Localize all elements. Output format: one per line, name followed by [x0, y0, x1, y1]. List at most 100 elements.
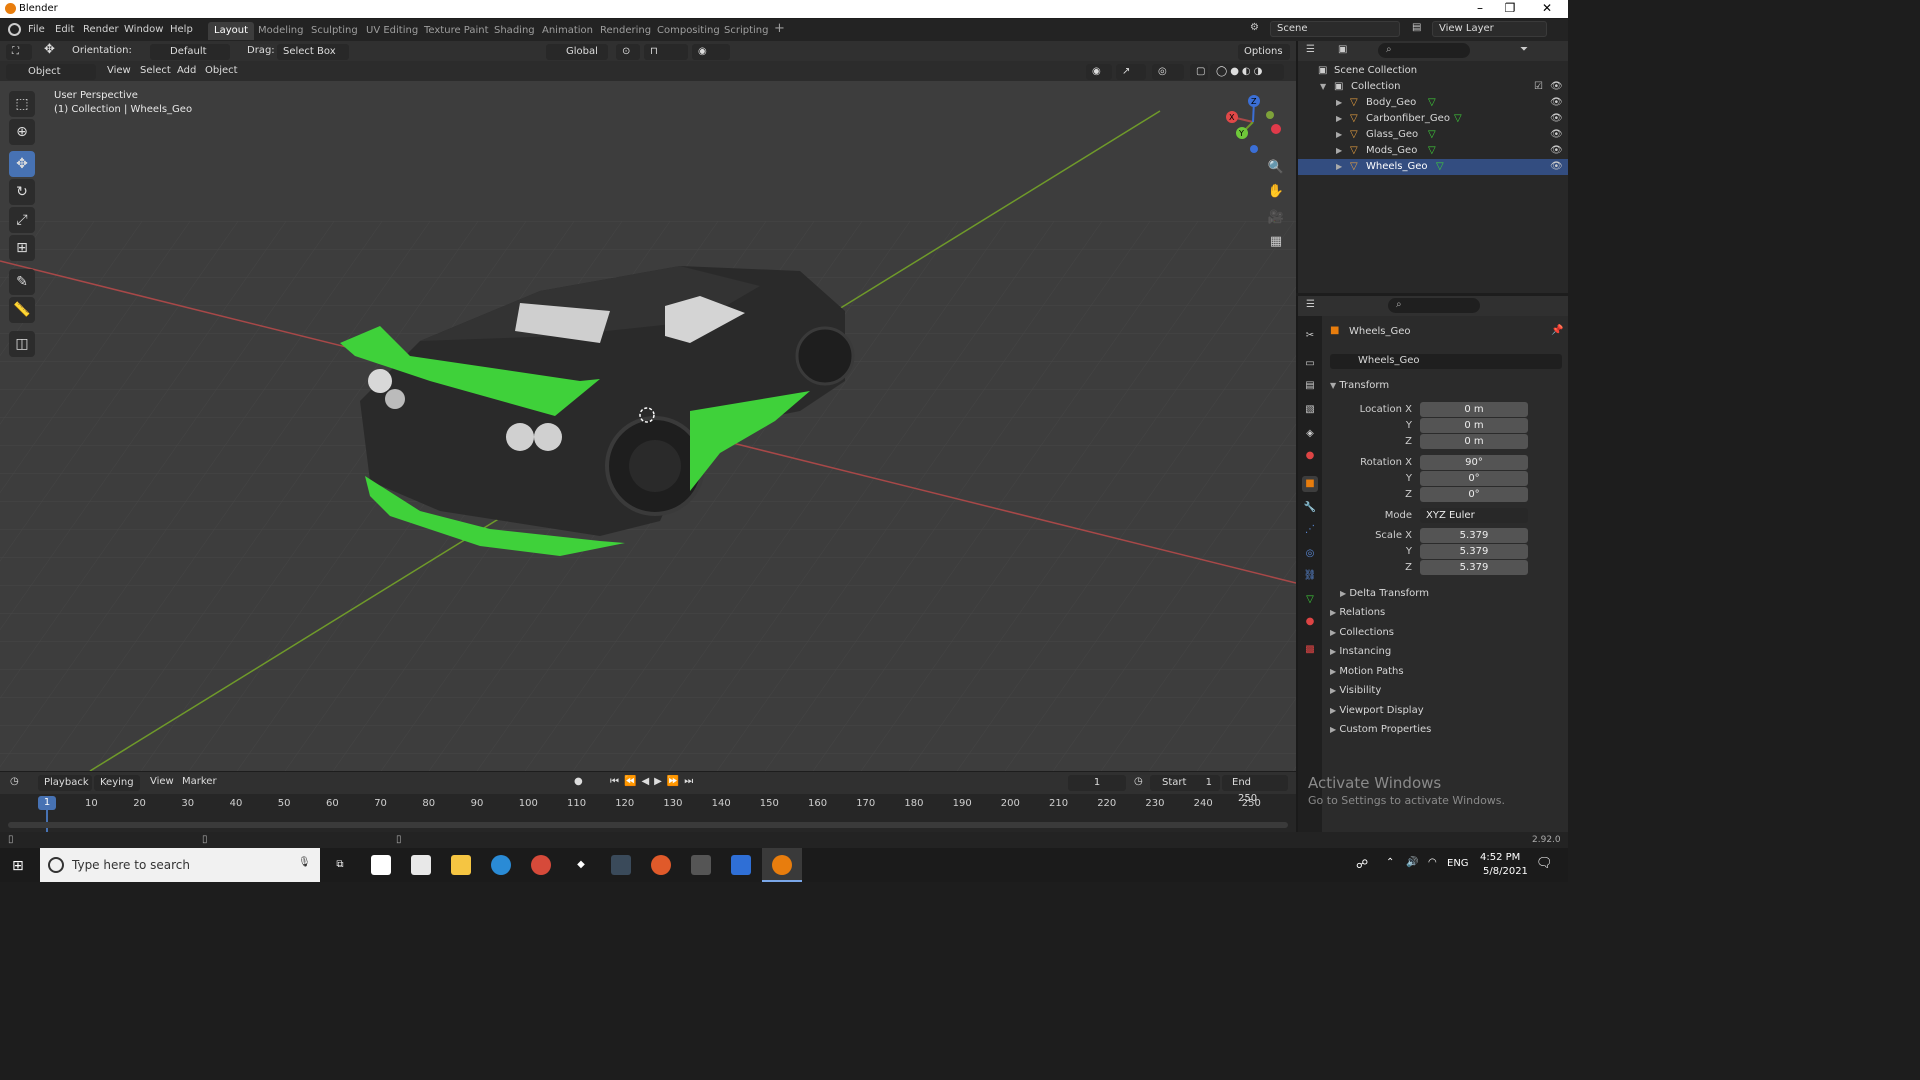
outliner-item-selected[interactable]: ▶ ▽ Wheels_Geo ▽ 👁	[1298, 159, 1568, 175]
render-tab-icon[interactable]: ▭	[1302, 356, 1318, 372]
davinci-resolve-icon[interactable]	[611, 855, 631, 875]
orientation-dropdown[interactable]: Default	[150, 44, 230, 60]
tool-tab-icon[interactable]: ✂	[1302, 328, 1318, 344]
file-explorer-icon[interactable]	[451, 855, 471, 875]
scale-x-field[interactable]: 5.379	[1420, 528, 1528, 543]
outliner-item[interactable]: ▶ ▽ Mods_Geo ▽ 👁	[1298, 143, 1568, 159]
gizmo-toggle-icon[interactable]: ↗	[1116, 64, 1146, 80]
outliner-item[interactable]: ▶ ▽ Body_Geo ▽ 👁	[1298, 95, 1568, 111]
outliner-item[interactable]: ▶ ▽ Carbonfiber_Geo ▽ 👁	[1298, 111, 1568, 127]
shading-mode-icons[interactable]: ◯●◐◑	[1210, 64, 1284, 80]
rotation-x-field[interactable]: 90°	[1420, 455, 1528, 470]
tray-chevron-icon[interactable]: ⌃	[1386, 857, 1394, 868]
pivot-icon[interactable]: ⊙	[616, 44, 640, 60]
keying-menu[interactable]: Keying	[94, 775, 140, 791]
windows-start-icon[interactable]: ⊞	[12, 858, 24, 874]
modifier-tab-icon[interactable]: 🔧	[1302, 500, 1318, 516]
people-icon[interactable]: ☍	[1356, 857, 1368, 871]
outliner-collection[interactable]: ▼ ▣ Collection ☑ 👁	[1298, 79, 1568, 95]
chrome-icon[interactable]	[531, 855, 551, 875]
timeline-scrollbar[interactable]	[8, 822, 1288, 828]
transform-orientation-dropdown[interactable]: Global	[546, 44, 608, 60]
output-tab-icon[interactable]: ▤	[1302, 378, 1318, 394]
select-tool-icon[interactable]: ⬚	[9, 91, 35, 117]
tab-texture-paint[interactable]: Texture Paint	[418, 22, 495, 40]
language-indicator[interactable]: ENG	[1447, 858, 1469, 869]
scene-selector[interactable]: Scene	[1270, 21, 1400, 37]
transform-panel-header[interactable]: ▼ Transform	[1330, 380, 1389, 391]
clock-date[interactable]: 5/8/2021	[1483, 866, 1528, 877]
snap-icon[interactable]: ⊓	[644, 44, 688, 60]
clock-time[interactable]: 4:52 PM	[1480, 852, 1520, 863]
panel-custom-properties[interactable]: ▶ Custom Properties	[1330, 724, 1431, 735]
menu-render[interactable]: Render	[83, 24, 119, 35]
panel-visibility[interactable]: ▶ Visibility	[1330, 685, 1381, 696]
eye-icon[interactable]: 👁	[1550, 143, 1563, 159]
world-tab-icon[interactable]: ●	[1302, 448, 1318, 464]
scene-tab-icon[interactable]: ◈	[1302, 426, 1318, 442]
location-y-field[interactable]: 0 m	[1420, 418, 1528, 433]
outliner-search-input[interactable]	[1378, 43, 1470, 58]
marker-menu[interactable]: Marker	[182, 776, 217, 787]
location-z-field[interactable]: 0 m	[1420, 434, 1528, 449]
mesh-data-tab-icon[interactable]: ▽	[1302, 592, 1318, 608]
zoom-icon[interactable]: 🔍	[1265, 157, 1287, 179]
app-icon[interactable]	[651, 855, 671, 875]
scale-tool-icon[interactable]: ⤢	[9, 207, 35, 233]
close-icon[interactable]: ✕	[1527, 0, 1567, 18]
menu-file[interactable]: File	[28, 24, 45, 35]
store-icon[interactable]	[411, 855, 431, 875]
navigation-gizmo[interactable]: Z X Y	[1222, 91, 1284, 153]
scale-y-field[interactable]: 5.379	[1420, 544, 1528, 559]
tab-rendering[interactable]: Rendering	[594, 22, 657, 40]
tab-compositing[interactable]: Compositing	[651, 22, 726, 40]
location-x-field[interactable]: 0 m	[1420, 402, 1528, 417]
material-tab-icon[interactable]: ●	[1302, 614, 1318, 630]
notifications-icon[interactable]: 🗨	[1536, 856, 1553, 871]
scale-z-field[interactable]: 5.379	[1420, 560, 1528, 575]
menu-edit[interactable]: Edit	[55, 24, 74, 35]
mode-dropdown[interactable]: Object Mode	[6, 64, 96, 93]
panel-relations[interactable]: ▶ Relations	[1330, 607, 1385, 618]
panel-instancing[interactable]: ▶ Instancing	[1330, 646, 1391, 657]
datablock-field[interactable]: Wheels_Geo	[1330, 354, 1562, 369]
feather-app-icon[interactable]	[731, 855, 751, 875]
tab-modeling[interactable]: Modeling	[252, 22, 310, 40]
select-menu[interactable]: Select	[140, 65, 171, 76]
taskbar-search[interactable]: Type here to search 🎙	[40, 848, 320, 882]
edge-icon[interactable]	[491, 855, 511, 875]
playback-controls-icons[interactable]: ⏮⏪◀▶⏩⏭	[610, 776, 698, 787]
add-workspace-icon[interactable]: +	[768, 20, 791, 38]
expand-icon[interactable]: ▼	[1320, 79, 1326, 95]
physics-tab-icon[interactable]: ◎	[1302, 546, 1318, 562]
panel-viewport-display[interactable]: ▶ Viewport Display	[1330, 705, 1424, 716]
eye-icon[interactable]: 👁	[1550, 79, 1563, 95]
panel-collections[interactable]: ▶ Collections	[1330, 627, 1394, 638]
object-tab-icon[interactable]: ■	[1302, 476, 1318, 492]
delta-transform-subpanel[interactable]: ▶ Delta Transform	[1340, 588, 1429, 599]
microphone-icon[interactable]: 🎙	[298, 857, 311, 868]
xray-icon[interactable]: ▢	[1190, 64, 1208, 80]
texture-tab-icon[interactable]: ▩	[1302, 642, 1318, 658]
rotation-y-field[interactable]: 0°	[1420, 471, 1528, 486]
pin-icon[interactable]: 📌	[1551, 325, 1563, 336]
outliner-editor-icon[interactable]: ☰	[1306, 44, 1315, 55]
3d-viewport[interactable]: User Perspective (1) Collection | Wheels…	[0, 81, 1296, 771]
restore-icon[interactable]: ❐	[1490, 0, 1530, 18]
tab-uv-editing[interactable]: UV Editing	[360, 22, 424, 40]
volume-icon[interactable]: 🔊	[1406, 857, 1418, 868]
auto-key-icon[interactable]: ●	[574, 776, 583, 787]
transform-tool-icon[interactable]: ⊞	[9, 235, 35, 261]
options-dropdown[interactable]: Options	[1238, 44, 1290, 60]
game-icon[interactable]	[691, 855, 711, 875]
wifi-icon[interactable]: ◠	[1428, 857, 1437, 868]
eye-icon[interactable]: 👁	[1550, 127, 1563, 143]
object-menu[interactable]: Object	[205, 65, 238, 76]
eye-icon[interactable]: 👁	[1550, 159, 1563, 175]
eye-icon[interactable]: 👁	[1550, 111, 1563, 127]
playback-menu[interactable]: Playback	[38, 775, 92, 791]
tab-layout[interactable]: Layout	[208, 22, 254, 40]
blender-taskbar-button[interactable]	[762, 848, 802, 882]
menu-window[interactable]: Window	[124, 24, 163, 35]
tab-sculpting[interactable]: Sculpting	[305, 22, 364, 40]
